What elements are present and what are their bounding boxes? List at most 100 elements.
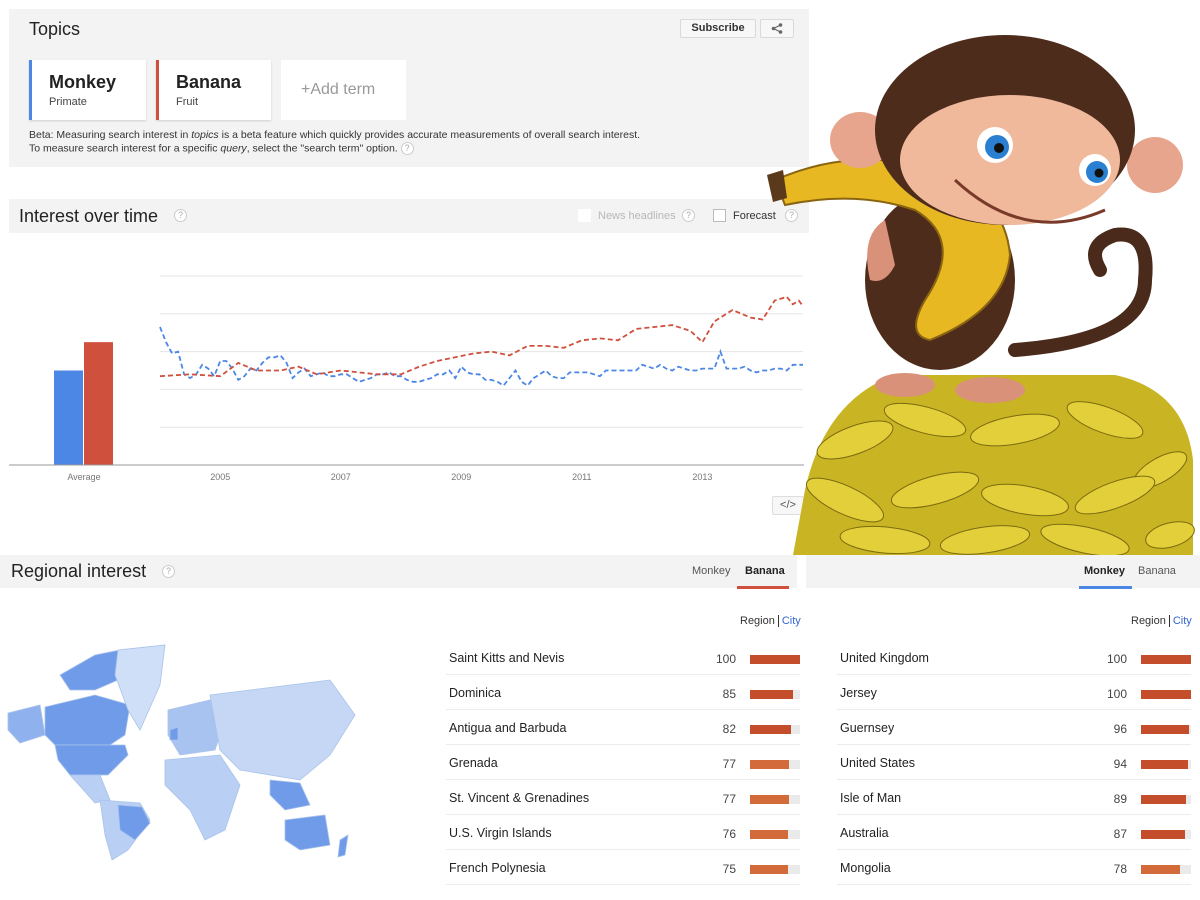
region-bar	[750, 830, 788, 839]
region-city-toggle: Region City	[1131, 615, 1192, 628]
monkey-ear-right	[1127, 137, 1183, 193]
region-name: French Polynesia	[449, 861, 546, 875]
forecast-checkbox[interactable]	[713, 209, 726, 222]
map-region-canada-arctic[interactable]	[59, 649, 121, 691]
region-bar-track	[750, 690, 800, 699]
region-row[interactable]: Isle of Man 89	[837, 780, 1191, 815]
map-region-central-america[interactable]	[69, 774, 111, 804]
region-bar	[1141, 725, 1189, 734]
help-icon[interactable]: ?	[682, 209, 695, 222]
active-tab-indicator	[1079, 586, 1132, 589]
map-region-usa[interactable]	[54, 744, 129, 776]
topics-title: Topics	[29, 19, 81, 39]
region-row[interactable]: Saint Kitts and Nevis 100	[446, 640, 800, 675]
beta-text: , select the "search term" option.	[246, 142, 398, 155]
region-bar-track	[1141, 830, 1191, 839]
city-link[interactable]: City	[782, 615, 801, 627]
region-value: 78	[1113, 862, 1127, 876]
region-bar-track	[1141, 725, 1191, 734]
region-row[interactable]: Dominica 85	[446, 675, 800, 710]
map-region-africa[interactable]	[164, 754, 241, 841]
region-value: 77	[722, 792, 736, 806]
tab-banana[interactable]: Banana	[1138, 565, 1176, 577]
region-link[interactable]: Region	[1131, 615, 1166, 627]
x-tick-label: 2013	[692, 472, 712, 482]
map-region-canada[interactable]	[44, 694, 131, 746]
region-row[interactable]: United States 94	[837, 745, 1191, 780]
map-region-russia-asia[interactable]	[209, 679, 356, 781]
world-map[interactable]	[0, 635, 370, 865]
tab-banana[interactable]: Banana	[745, 565, 785, 577]
subscribe-button[interactable]: Subscribe	[680, 19, 756, 38]
region-name: Grenada	[449, 756, 498, 770]
region-value: 94	[1113, 757, 1127, 771]
region-row[interactable]: Grenada 77	[446, 745, 800, 780]
series-line-banana	[159, 295, 804, 378]
region-row[interactable]: U.S. Virgin Islands 76	[446, 815, 800, 850]
region-bar	[1141, 655, 1191, 664]
help-icon[interactable]: ?	[162, 565, 175, 578]
region-bar	[1141, 865, 1180, 874]
region-value: 100	[715, 652, 736, 666]
region-bar	[750, 865, 788, 874]
beta-italic: topics	[191, 129, 219, 141]
x-tick-label: 2011	[572, 472, 591, 482]
region-value: 100	[1106, 687, 1127, 701]
map-region-alaska[interactable]	[7, 704, 46, 744]
region-name: St. Vincent & Grenadines	[449, 791, 590, 805]
region-row[interactable]: United Kingdom 100	[837, 640, 1191, 675]
average-bar-monkey	[54, 370, 83, 465]
tab-monkey[interactable]: Monkey	[692, 565, 731, 577]
region-bar-track	[1141, 690, 1191, 699]
help-icon[interactable]: ?	[400, 142, 414, 155]
region-name: United States	[840, 756, 916, 770]
region-bar-track	[1141, 795, 1191, 804]
region-row[interactable]: St. Vincent & Grenadines 77	[446, 780, 800, 815]
region-name: Antigua and Barbuda	[449, 721, 567, 735]
average-bar-banana	[84, 342, 113, 465]
region-bar-track	[1141, 865, 1191, 874]
region-bar	[1141, 690, 1191, 699]
region-name: U.S. Virgin Islands	[449, 826, 552, 840]
map-region-southeast-asia[interactable]	[269, 779, 311, 811]
city-link[interactable]: City	[1173, 615, 1192, 627]
help-icon[interactable]: ?	[174, 209, 187, 222]
monkey-tail	[1008, 227, 1153, 357]
map-region-new-zealand[interactable]	[337, 834, 349, 858]
regional-interest-header-monkey: Monkey Banana	[806, 555, 1200, 589]
region-bar-track	[750, 725, 800, 734]
region-bar	[750, 690, 793, 699]
region-row[interactable]: Mongolia 78	[837, 850, 1191, 885]
region-bar-track	[750, 865, 800, 874]
region-row[interactable]: French Polynesia 75	[446, 850, 800, 885]
region-value: 87	[1113, 827, 1127, 841]
region-row[interactable]: Guernsey 96	[837, 710, 1191, 745]
term-category: Fruit	[176, 96, 198, 108]
region-row[interactable]: Antigua and Barbuda 82	[446, 710, 800, 745]
region-bar	[750, 760, 789, 769]
banana-stem	[767, 170, 787, 202]
x-tick-label: 2005	[210, 472, 230, 482]
region-bar	[1141, 830, 1185, 839]
x-tick-label: 2009	[451, 472, 471, 482]
region-value: 82	[722, 722, 736, 736]
region-bar-track	[1141, 760, 1191, 769]
region-value: 85	[722, 687, 736, 701]
region-row[interactable]: Jersey 100	[837, 675, 1191, 710]
add-term-button[interactable]: +Add term	[281, 60, 406, 120]
term-card-banana[interactable]: Banana Fruit	[156, 60, 271, 120]
term-card-monkey[interactable]: Monkey Primate	[29, 60, 146, 120]
map-region-australia[interactable]	[284, 814, 331, 851]
region-link[interactable]: Region	[740, 615, 775, 627]
tab-monkey[interactable]: Monkey	[1084, 565, 1125, 577]
region-row[interactable]: Australia 87	[837, 815, 1191, 850]
x-tick-label: 2007	[331, 472, 351, 482]
region-name: United Kingdom	[840, 651, 929, 665]
series-line-monkey	[159, 326, 803, 387]
monkey-foot	[955, 377, 1025, 403]
news-headlines-checkbox[interactable]	[578, 209, 591, 222]
beta-text: Beta: Measuring search interest in	[29, 129, 192, 141]
section-title: Interest over time	[19, 206, 159, 226]
interest-over-time-chart: Average 2005 2007 2009 2011 2013	[9, 275, 804, 482]
term-name: Banana	[176, 72, 242, 92]
